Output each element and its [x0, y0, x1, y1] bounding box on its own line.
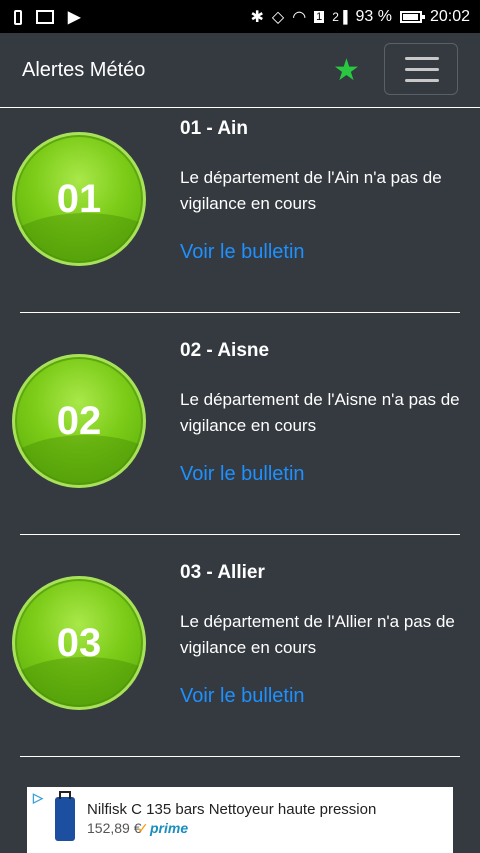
- department-description: Le département de l'Aisne n'a pas de vig…: [180, 390, 460, 435]
- product-image[interactable]: [55, 791, 75, 841]
- network-label: 2: [332, 10, 339, 24]
- sim-badge: 1: [314, 11, 325, 23]
- status-bar: ▶︎ ✱ ◇ ◠ 1 2▐ 93 % 20:02: [0, 0, 480, 33]
- favorite-star-icon[interactable]: ★: [333, 53, 360, 88]
- hamburger-line: [405, 57, 439, 60]
- app-title[interactable]: Alertes Météo: [22, 59, 145, 82]
- prime-label: prime: [150, 820, 189, 836]
- battery-icon: [399, 11, 425, 23]
- view-bulletin-link[interactable]: Voir le bulletin: [180, 463, 305, 486]
- department-badge: 03: [12, 576, 146, 710]
- gallery-icon: [36, 10, 54, 24]
- top-navbar: Alertes Météo ★: [0, 33, 480, 108]
- department-number: 01: [56, 177, 102, 221]
- view-bulletin-link[interactable]: Voir le bulletin: [180, 241, 305, 264]
- department-number: 03: [56, 621, 102, 665]
- department-item: 02 02 - Aisne Le département de l'Aisne …: [0, 330, 480, 552]
- department-description: Le département de l'Allier n'a pas de vi…: [180, 612, 455, 657]
- hamburger-line: [405, 68, 439, 71]
- clock: 20:02: [429, 8, 470, 25]
- divider: [20, 756, 460, 757]
- department-number: 02: [56, 399, 102, 443]
- app-notification-icon: ▶︎: [68, 9, 81, 26]
- ad-choices-icon[interactable]: ▷: [33, 790, 43, 806]
- department-description: Le département de l'Ain n'a pas de vigil…: [180, 168, 442, 213]
- wifi-icon: ◠: [292, 9, 307, 26]
- hamburger-line: [405, 79, 439, 82]
- vibrate-icon: ◇: [271, 9, 285, 26]
- department-title: 01 - Ain: [180, 118, 248, 139]
- bluetooth-icon: ✱: [250, 9, 264, 26]
- department-item: 01 01 - Ain Le département de l'Ain n'a …: [0, 108, 480, 330]
- divider: [20, 312, 460, 313]
- ad-banner[interactable]: ▷ Nilfisk C 135 bars Nettoyeur haute pre…: [27, 787, 453, 853]
- prime-check-icon: ✓: [137, 820, 149, 836]
- phone-icon: [14, 9, 22, 25]
- menu-toggle-button[interactable]: [384, 43, 458, 95]
- department-item: 03 03 - Allier Le département de l'Allie…: [0, 552, 480, 774]
- department-title: 03 - Allier: [180, 562, 265, 583]
- department-badge: 02: [12, 354, 146, 488]
- ad-title[interactable]: Nilfisk C 135 bars Nettoyeur haute press…: [87, 801, 376, 818]
- divider: [20, 534, 460, 535]
- battery-percent: 93 %: [355, 8, 392, 25]
- view-bulletin-link[interactable]: Voir le bulletin: [180, 685, 305, 708]
- signal-icon: 2▐: [332, 10, 348, 24]
- department-list: 01 01 - Ain Le département de l'Ain n'a …: [0, 108, 480, 774]
- department-title: 02 - Aisne: [180, 340, 270, 361]
- department-badge: 01: [12, 132, 146, 266]
- ad-price: 152,89 €: [87, 820, 142, 836]
